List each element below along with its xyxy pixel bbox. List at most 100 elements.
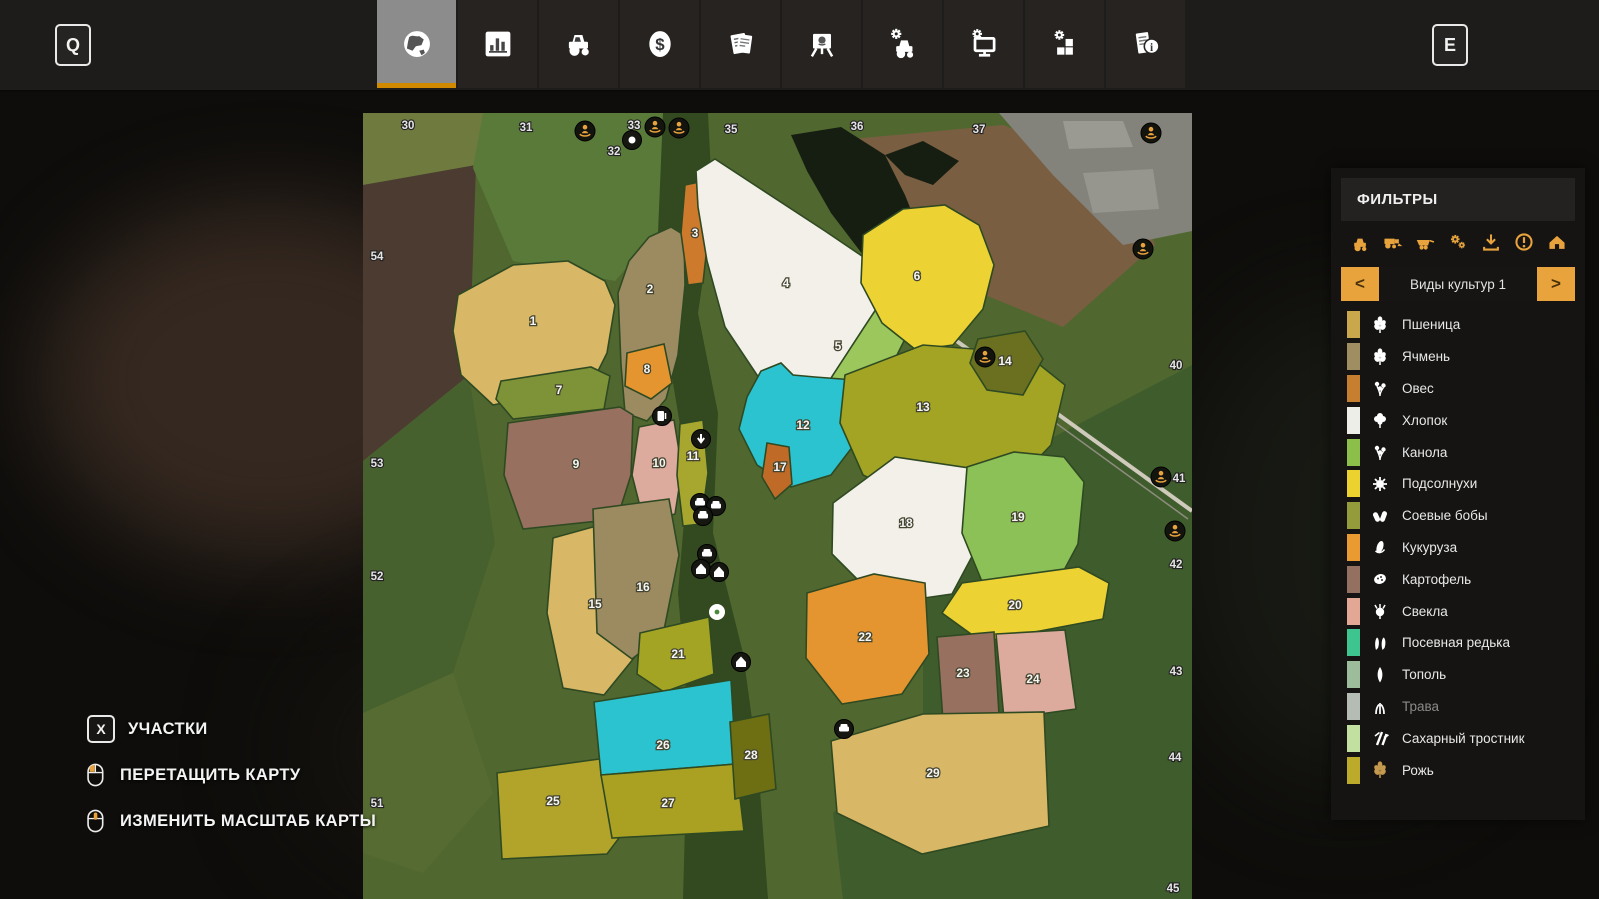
selector-prev-button[interactable]: < <box>1341 267 1379 301</box>
legend-item-13: Сахарный тростник <box>1331 722 1585 754</box>
grid-field-number-52: 52 <box>371 571 384 583</box>
filter-icon-row <box>1331 221 1585 259</box>
control-hint-1: ПЕРЕТАЩИТЬ КАРТУ <box>84 758 376 792</box>
crop-color-swatch <box>1347 693 1360 720</box>
map-pin-icon[interactable] <box>575 121 595 141</box>
svg-text:i: i <box>1150 42 1153 54</box>
crop-color-swatch <box>1347 534 1360 561</box>
crop-color-swatch <box>1347 343 1360 370</box>
harvester-filter-icon[interactable] <box>1380 231 1404 253</box>
grid-field-number-54: 54 <box>371 251 384 263</box>
potato-icon <box>1369 569 1391 589</box>
crop-color-swatch <box>1347 407 1360 434</box>
grid-field-number-37: 37 <box>973 124 986 136</box>
sunflower-icon <box>1369 474 1391 494</box>
tab-animals[interactable] <box>782 0 861 88</box>
grid-field-number-40: 40 <box>1170 360 1183 372</box>
filters-header: ФИЛЬТРЫ <box>1341 178 1575 221</box>
sugarcane-icon <box>1369 728 1391 748</box>
legend-item-0: Пшеница <box>1331 309 1585 341</box>
field-number-1: 1 <box>530 314 537 328</box>
field-number-26: 26 <box>656 738 670 752</box>
warning-filter-icon[interactable] <box>1512 231 1536 253</box>
map-poi-icon[interactable] <box>709 604 725 620</box>
trailer-filter-icon[interactable] <box>1413 231 1437 253</box>
selector-next-button[interactable]: > <box>1537 267 1575 301</box>
crop-legend: ПшеницаЯчменьОвесХлопокКанолаПодсолнухиС… <box>1331 307 1585 786</box>
crop-color-swatch <box>1347 439 1360 466</box>
crop-label: Ячмень <box>1402 349 1450 364</box>
map-pin-icon[interactable] <box>975 347 995 367</box>
control-hints: XУЧАСТКИПЕРЕТАЩИТЬ КАРТУИЗМЕНИТЬ МАСШТАБ… <box>84 712 376 850</box>
field-number-12: 12 <box>796 418 810 432</box>
map-poi-icon[interactable] <box>653 407 672 426</box>
field-number-5: 5 <box>835 339 842 353</box>
tab-help[interactable]: i <box>1106 0 1185 88</box>
top-tabs: $i <box>377 0 1187 90</box>
map-poi-icon[interactable] <box>835 720 854 739</box>
tractor-icon <box>561 26 597 62</box>
tab-vehicles[interactable] <box>539 0 618 88</box>
field-number-2: 2 <box>647 282 654 296</box>
map-poi-icon[interactable] <box>692 560 711 579</box>
money-icon: $ <box>642 26 678 62</box>
poplar-icon <box>1369 665 1391 685</box>
tab-map[interactable] <box>377 0 456 88</box>
map-view[interactable]: 1234567891011121314151617181920212223242… <box>363 113 1192 899</box>
svg-text:$: $ <box>655 35 665 54</box>
crop-label: Пшеница <box>1402 317 1460 332</box>
wheat-icon <box>1369 347 1391 367</box>
terrain-patch <box>1083 169 1159 213</box>
gears-filter-icon[interactable] <box>1446 231 1470 253</box>
cotton-icon <box>1369 410 1391 430</box>
download-filter-icon[interactable] <box>1479 231 1503 253</box>
map-poi-icon[interactable] <box>692 430 711 449</box>
crop-view-selector: < Виды культур 1 > <box>1341 267 1575 301</box>
crop-color-swatch <box>1347 470 1360 497</box>
map-poi-icon[interactable] <box>732 653 751 672</box>
blocks-gear-icon <box>1047 26 1083 62</box>
map-pin-icon[interactable] <box>1141 123 1161 143</box>
crop-label: Рожь <box>1402 763 1434 778</box>
map-poi-icon[interactable] <box>710 563 729 582</box>
grid-field-number-45: 45 <box>1167 883 1180 895</box>
crop-label: Кукуруза <box>1402 540 1457 555</box>
info-pages-icon: i <box>1128 26 1164 62</box>
crop-color-swatch <box>1347 598 1360 625</box>
crop-color-swatch <box>1347 502 1360 529</box>
tab-statistics[interactable] <box>458 0 537 88</box>
map-poi-icon[interactable] <box>694 507 713 526</box>
canola-icon <box>1369 378 1391 398</box>
crop-color-swatch <box>1347 566 1360 593</box>
control-hint-label: ИЗМЕНИТЬ МАСШТАБ КАРТЫ <box>120 812 376 831</box>
map-poi-icon[interactable] <box>623 131 642 150</box>
map-pin-icon[interactable] <box>1151 467 1171 487</box>
legend-item-8: Картофель <box>1331 563 1585 595</box>
tab-garage[interactable] <box>944 0 1023 88</box>
map-pin-icon[interactable] <box>669 118 689 138</box>
field-number-19: 19 <box>1011 510 1025 524</box>
legend-item-2: Овес <box>1331 373 1585 405</box>
map-pin-icon[interactable] <box>1133 239 1153 259</box>
hotkey-e-hint: E <box>1432 24 1468 66</box>
tab-contracts[interactable] <box>701 0 780 88</box>
crop-label: Посевная редька <box>1402 635 1510 650</box>
legend-item-6: Соевые бобы <box>1331 500 1585 532</box>
field-number-13: 13 <box>916 400 930 414</box>
tab-storage[interactable] <box>1025 0 1104 88</box>
field-number-18: 18 <box>899 516 913 530</box>
crop-label: Тополь <box>1402 667 1446 682</box>
grid-field-number-35: 35 <box>725 124 738 136</box>
tab-production[interactable] <box>863 0 942 88</box>
field-number-20: 20 <box>1008 598 1022 612</box>
tab-finances[interactable]: $ <box>620 0 699 88</box>
map-pin-icon[interactable] <box>1165 521 1185 541</box>
grid-field-number-30: 30 <box>402 120 415 132</box>
field-number-21: 21 <box>671 647 685 661</box>
map-pin-icon[interactable] <box>645 117 665 137</box>
tractor-filter-icon[interactable] <box>1347 231 1371 253</box>
crop-label: Овес <box>1402 381 1434 396</box>
map-canvas[interactable]: 1234567891011121314151617181920212223242… <box>363 113 1192 899</box>
house-filter-icon[interactable] <box>1545 231 1569 253</box>
field-number-10: 10 <box>652 456 666 470</box>
